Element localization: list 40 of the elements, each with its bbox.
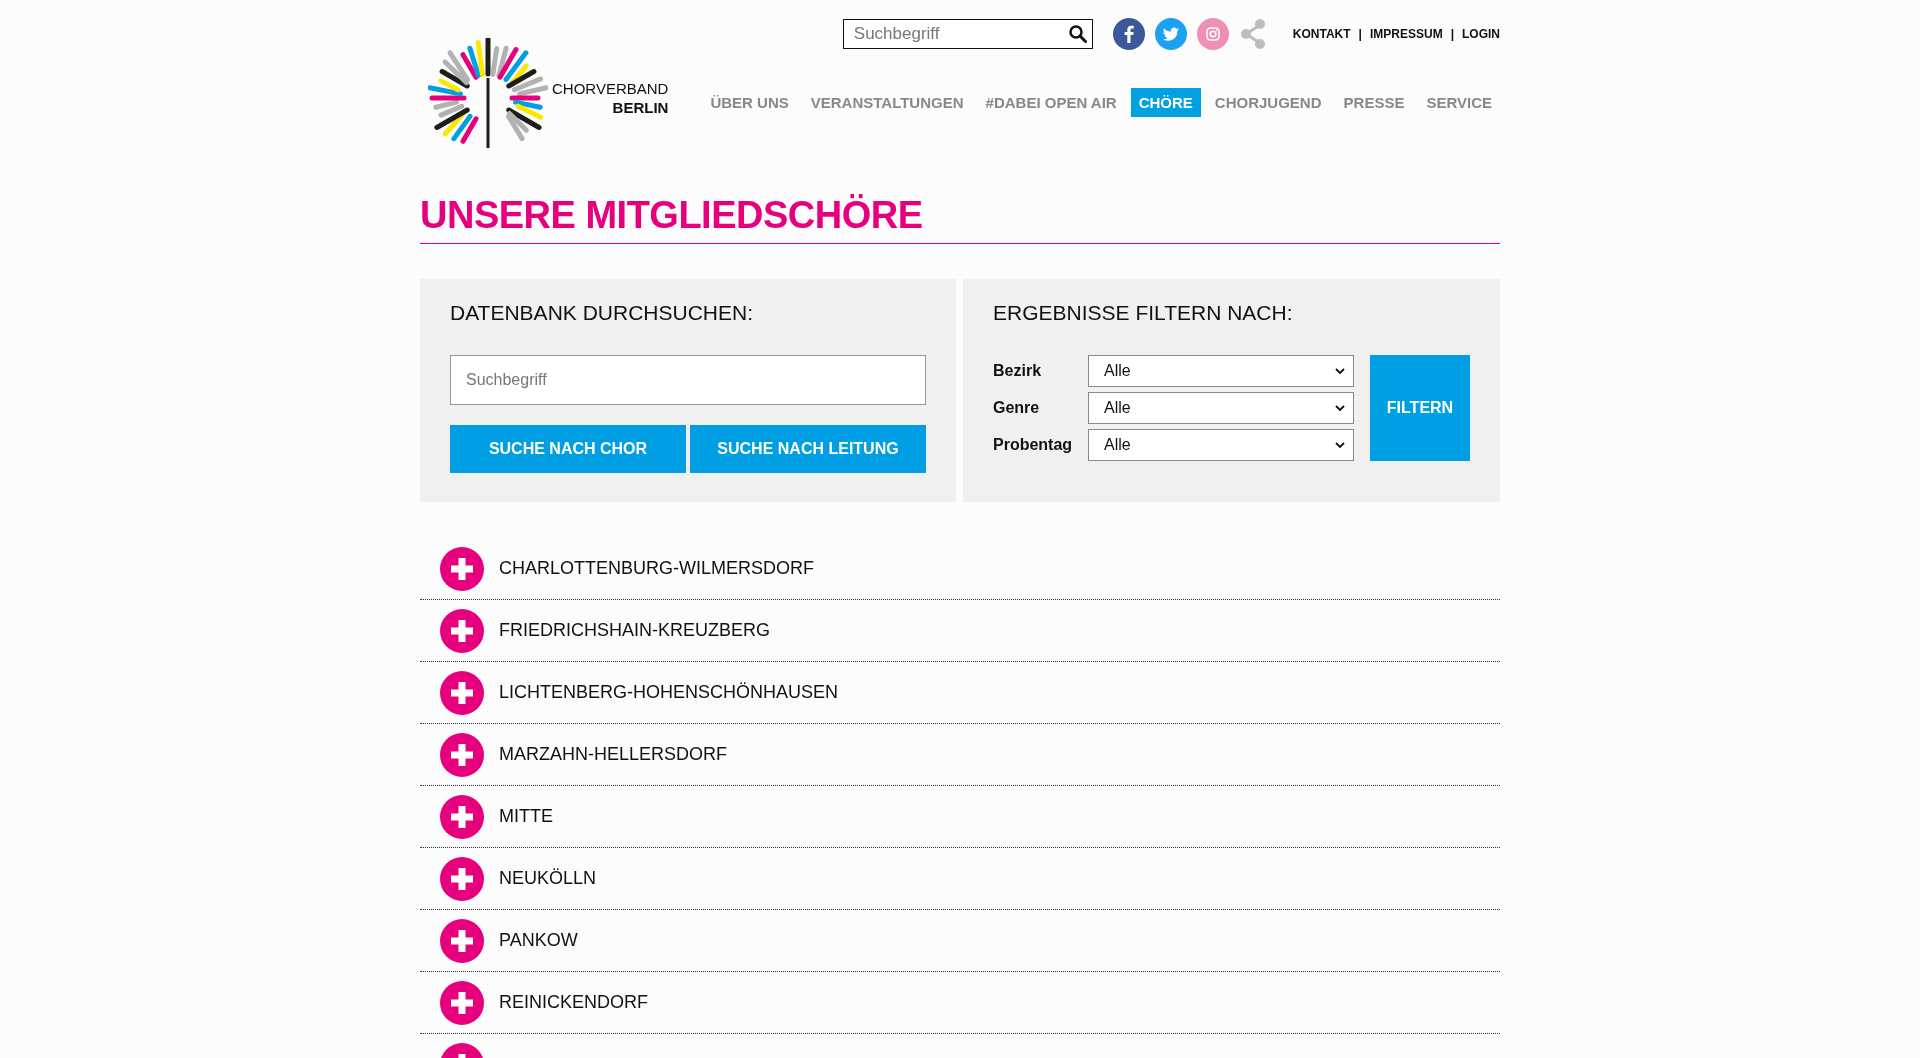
filter-dropdown[interactable]: Alle (1088, 392, 1354, 424)
plus-icon[interactable] (440, 980, 484, 1025)
district-label[interactable]: NEUKÖLLN (499, 868, 597, 889)
chevron-icon (1335, 404, 1345, 412)
district-label[interactable]: LICHTENBERG-HOHENSCHÖNHAUSEN (499, 682, 839, 703)
filter-label: Bezirk (993, 362, 1043, 380)
district-label[interactable]: FRIEDRICHSHAIN-KREUZBERG (499, 620, 771, 641)
plus-icon[interactable] (440, 546, 484, 591)
page-title: UNSERE MITGLIEDSCHÖRE (420, 194, 1500, 244)
plus-icon[interactable] (440, 732, 484, 777)
panel-title: ERGEBNISSE FILTERN NACH: (993, 301, 1294, 325)
facebook-icon[interactable] (1112, 18, 1145, 50)
filter-label: Probentag (993, 436, 1074, 454)
twitter-icon[interactable] (1154, 18, 1187, 50)
top-link[interactable]: LOGIN (1462, 27, 1500, 41)
link-separator: | (1450, 27, 1454, 41)
logo-text: BERLIN (612, 98, 669, 117)
logo-text: CHORVERBAND (552, 79, 669, 98)
plus-icon[interactable] (440, 918, 484, 963)
panel-title: DATENBANK DURCHSUCHEN: (450, 301, 754, 325)
top-link[interactable]: KONTAKT (1292, 27, 1351, 41)
filter-dropdown[interactable]: Alle (1088, 355, 1354, 387)
link-separator: | (1358, 27, 1362, 41)
district-label[interactable]: CHARLOTTENBURG-WILMERSDORF (499, 558, 814, 579)
district-label[interactable]: REINICKENDORF (499, 992, 648, 1013)
chevron-icon (1335, 441, 1345, 449)
plus-icon[interactable] (440, 670, 484, 715)
top-link[interactable]: IMPRESSUM (1369, 27, 1443, 41)
filter-label: Genre (993, 399, 1041, 417)
district-label[interactable]: PANKOW (499, 930, 578, 951)
district-label[interactable]: MITTE (499, 806, 553, 827)
plus-icon[interactable] (440, 608, 484, 653)
search-icon[interactable] (1068, 25, 1087, 43)
search-field[interactable]: Suchbegriff (842, 19, 1093, 49)
district-label[interactable]: MARZAHN-HELLERSDORF (499, 744, 728, 765)
chevron-icon (1335, 367, 1345, 375)
filter-dropdown[interactable]: Alle (1088, 429, 1354, 461)
plus-icon[interactable] (440, 794, 484, 839)
plus-icon[interactable] (440, 856, 484, 901)
search-field[interactable]: Suchbegriff (450, 355, 926, 405)
